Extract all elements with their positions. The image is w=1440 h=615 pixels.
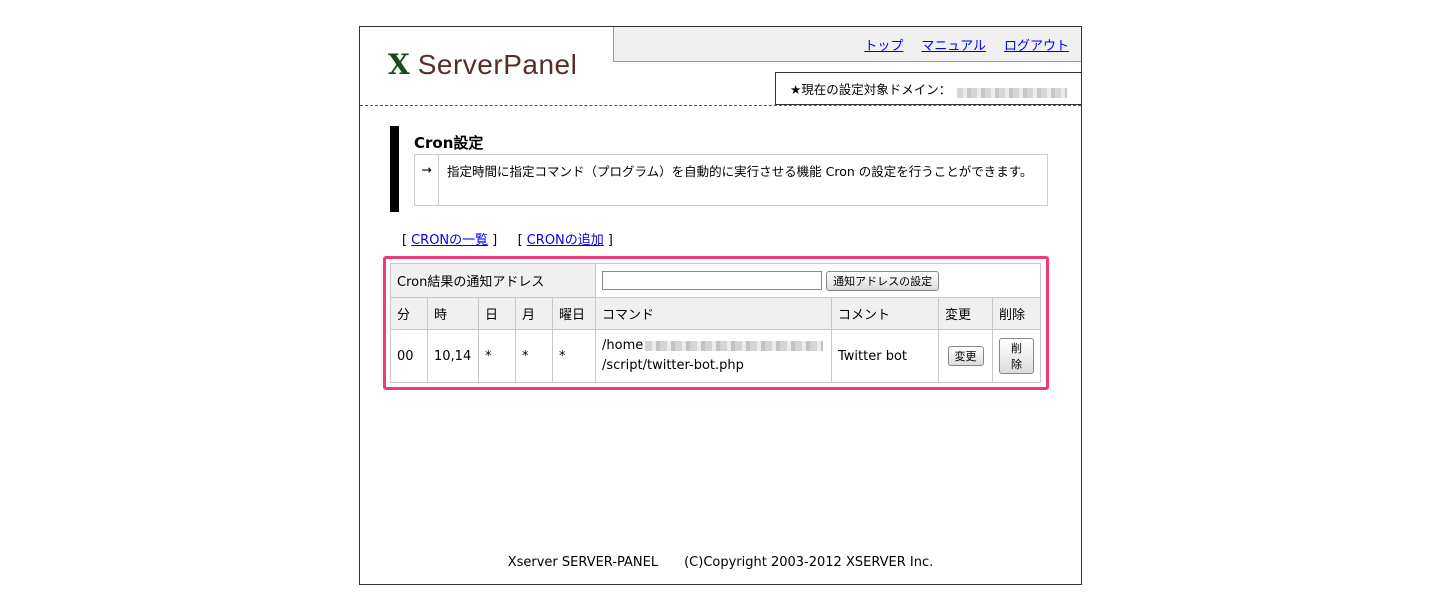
col-command: コマンド: [595, 297, 832, 330]
current-domain-label: ★現在の設定対象ドメイン：: [790, 82, 952, 97]
cron-add-link[interactable]: CRONの追加: [527, 233, 604, 248]
section-description: → 指定時間に指定コマンド（プログラム）を自動的に実行させる機能 Cron の設…: [414, 154, 1048, 206]
table-row: 00 10,14 * * * /home /script/twitter-bot…: [390, 329, 1041, 383]
bracket-open: [: [517, 233, 523, 248]
col-month: 月: [515, 297, 553, 330]
notify-address-input[interactable]: [602, 271, 822, 290]
col-hour: 時: [427, 297, 479, 330]
logo: X ServerPanel: [388, 47, 577, 83]
table-header-row: 分 時 日 月 曜日 コマンド コメント 変更 削除: [390, 297, 1041, 330]
bracket-open: [: [402, 233, 408, 248]
command-suffix: /script/twitter-bot.php: [602, 358, 744, 373]
bracket-close: ]: [492, 233, 498, 248]
cell-month: *: [515, 329, 553, 383]
bracket-close: ]: [607, 233, 613, 248]
col-comment: コメント: [831, 297, 939, 330]
arrow-icon: →: [415, 155, 439, 205]
cell-comment: Twitter bot: [831, 329, 939, 383]
col-day: 日: [478, 297, 516, 330]
header-divider: [360, 105, 1081, 106]
cell-weekday: *: [552, 329, 596, 383]
current-domain-box: ★現在の設定対象ドメイン：: [775, 72, 1081, 105]
cron-section-header: Cron設定 → 指定時間に指定コマンド（プログラム）を自動的に実行させる機能 …: [390, 126, 1048, 212]
cell-command: /home /script/twitter-bot.php: [595, 329, 832, 383]
cell-minute: 00: [390, 329, 428, 383]
delete-button[interactable]: 削除: [999, 338, 1034, 374]
cell-hour: 10,14: [427, 329, 479, 383]
col-weekday: 曜日: [552, 297, 596, 330]
cell-day: *: [478, 329, 516, 383]
footer-copyright: (C)Copyright 2003-2012 XSERVER Inc.: [684, 555, 934, 570]
footer-product: Xserver SERVER-PANEL: [507, 555, 659, 570]
logo-x-mark: X: [388, 48, 410, 81]
top-nav: トップ マニュアル ログアウト: [613, 27, 1081, 62]
page-title: Cron設定: [414, 134, 484, 152]
server-panel-window: X ServerPanel トップ マニュアル ログアウト ★現在の設定対象ドメ…: [359, 26, 1082, 585]
cron-table: Cron結果の通知アドレス 通知アドレスの設定 分 時 日 月 曜日 コマンド …: [390, 263, 1041, 383]
cron-links: [CRONの一覧] [CRONの追加]: [398, 229, 617, 248]
domain-redacted: [957, 87, 1068, 98]
notify-address-row: Cron結果の通知アドレス 通知アドレスの設定: [390, 263, 1041, 298]
description-text: 指定時間に指定コマンド（プログラム）を自動的に実行させる機能 Cron の設定を…: [447, 164, 1033, 179]
cell-delete: 削除: [992, 329, 1041, 383]
col-edit: 変更: [938, 297, 993, 330]
cell-edit: 変更: [938, 329, 993, 383]
notify-address-controls: 通知アドレスの設定: [595, 263, 1041, 298]
nav-link-logout[interactable]: ログアウト: [1004, 35, 1069, 54]
command-redacted: [645, 340, 824, 351]
col-minute: 分: [390, 297, 428, 330]
nav-link-top[interactable]: トップ: [864, 35, 903, 54]
col-delete: 削除: [992, 297, 1041, 330]
notify-address-label: Cron結果の通知アドレス: [390, 263, 596, 298]
logo-text: ServerPanel: [417, 49, 578, 80]
cron-list-link[interactable]: CRONの一覧: [411, 233, 488, 248]
section-marker-bar: [390, 126, 399, 212]
set-notify-address-button[interactable]: 通知アドレスの設定: [826, 270, 940, 291]
nav-link-manual[interactable]: マニュアル: [921, 35, 986, 54]
edit-button[interactable]: 変更: [947, 346, 984, 366]
footer: Xserver SERVER-PANEL (C)Copyright 2003-20…: [360, 555, 1081, 570]
command-prefix: /home: [602, 338, 644, 353]
